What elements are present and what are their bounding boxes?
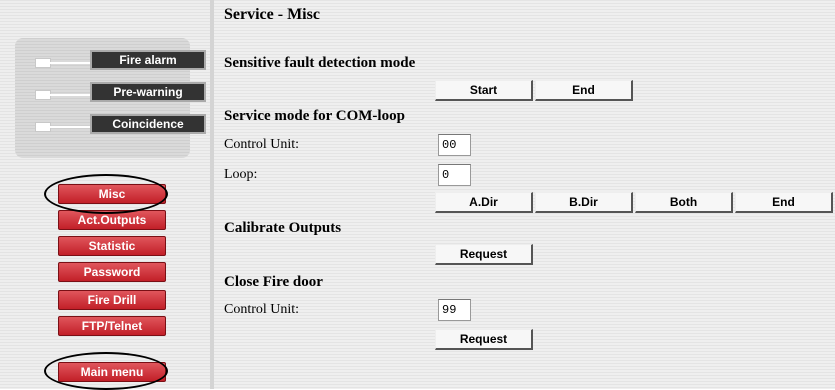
com-loop-bdir-button[interactable]: B.Dir: [535, 192, 633, 213]
connector-line: [50, 62, 90, 64]
highlight-oval-misc: [44, 174, 168, 214]
com-loop-control-unit-input[interactable]: 00: [438, 134, 471, 156]
fire-door-control-unit-input[interactable]: 99: [438, 299, 471, 321]
fire-alarm-indicator-icon: [35, 58, 51, 68]
com-loop-both-button[interactable]: Both: [635, 192, 733, 213]
fire-alarm-label: Fire alarm: [90, 50, 206, 70]
connector-line: [50, 94, 90, 96]
connector-line: [50, 126, 90, 128]
pre-warning-label: Pre-warning: [90, 82, 206, 102]
pre-warning-indicator-icon: [35, 90, 51, 100]
fault-detection-start-button[interactable]: Start: [435, 80, 533, 101]
page-title: Service - Misc: [224, 6, 320, 23]
com-loop-loop-input[interactable]: 0: [438, 164, 471, 186]
fire-door-control-unit-label: Control Unit:: [224, 302, 300, 317]
menu-statistic-button[interactable]: Statistic: [58, 236, 166, 256]
fault-detection-heading: Sensitive fault detection mode: [224, 55, 416, 71]
fire-door-request-button[interactable]: Request: [435, 329, 533, 350]
menu-ftp-telnet-button[interactable]: FTP/Telnet: [58, 316, 166, 336]
highlight-oval-main-menu: [44, 352, 168, 390]
main-content: Service - Misc Sensitive fault detection…: [214, 0, 835, 389]
fault-detection-end-button[interactable]: End: [535, 80, 633, 101]
com-loop-end-button[interactable]: End: [735, 192, 833, 213]
coincidence-indicator-icon: [35, 122, 51, 132]
status-panel: Fire alarm Pre-warning Coincidence: [15, 38, 206, 158]
menu-fire-drill-button[interactable]: Fire Drill: [58, 290, 166, 310]
calibrate-request-button[interactable]: Request: [435, 244, 533, 265]
menu-password-button[interactable]: Password: [58, 262, 166, 282]
com-loop-loop-label: Loop:: [224, 167, 258, 182]
fire-door-heading: Close Fire door: [224, 274, 323, 290]
calibrate-outputs-heading: Calibrate Outputs: [224, 220, 342, 236]
sidebar: Fire alarm Pre-warning Coincidence Misc …: [0, 0, 210, 390]
com-loop-heading: Service mode for COM-loop: [224, 108, 405, 124]
coincidence-label: Coincidence: [90, 114, 206, 134]
com-loop-adir-button[interactable]: A.Dir: [435, 192, 533, 213]
com-loop-control-unit-label: Control Unit:: [224, 137, 300, 152]
